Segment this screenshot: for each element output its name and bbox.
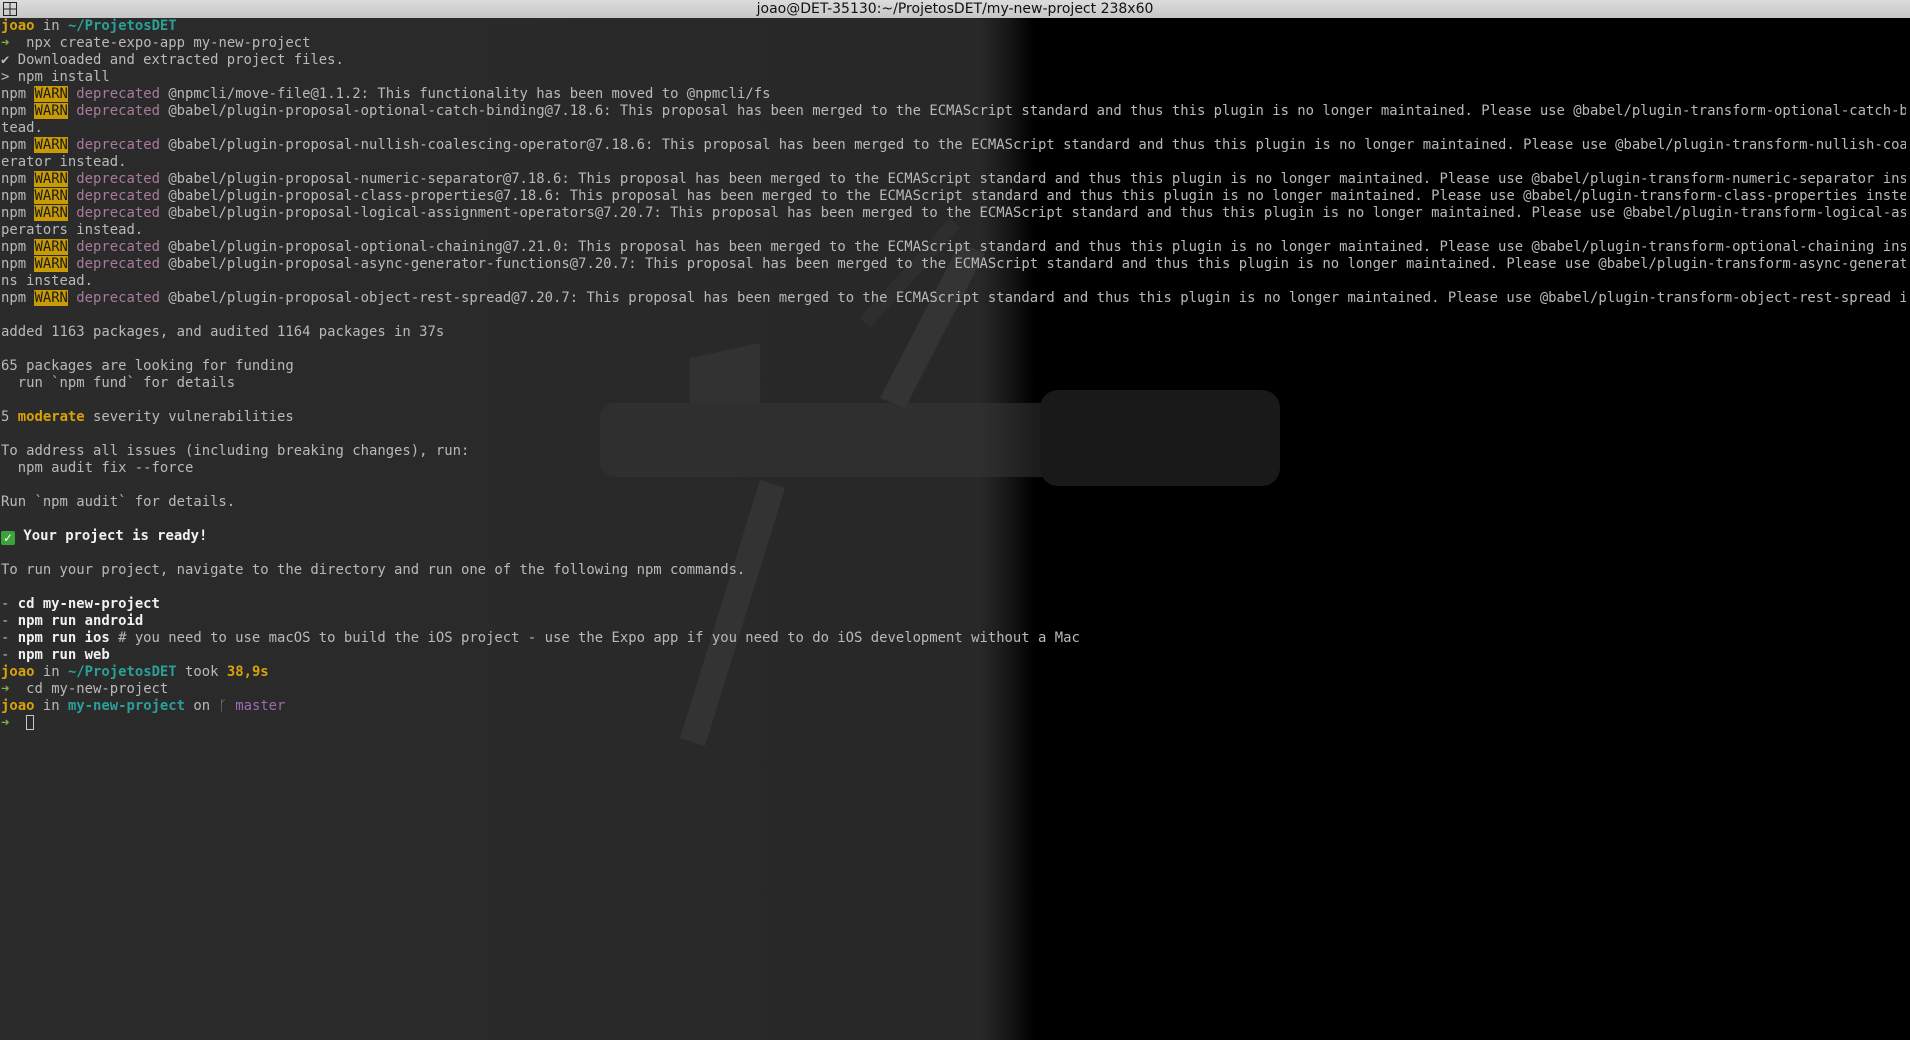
npm-command-line: - npm run ios # you need to use macOS to…	[1, 630, 1080, 646]
npm-command-line: - npm run web	[1, 647, 110, 663]
window-titlebar[interactable]: joao@DET-35130:~/ProjetosDET/my-new-proj…	[0, 0, 1910, 19]
terminal-area[interactable]: joao in ~/ProjetosDET ➜ npx create-expo-…	[0, 18, 1910, 1040]
warn-wrap-line: perators instead.	[1, 222, 144, 238]
warn-line: npm WARN deprecated @babel/plugin-propos…	[1, 239, 1906, 255]
warn-wrap-line: ns instead.	[1, 273, 93, 289]
warn-line: npm WARN deprecated @babel/plugin-propos…	[1, 103, 1906, 119]
window-title: joao@DET-35130:~/ProjetosDET/my-new-proj…	[756, 1, 1154, 17]
warn-line: npm WARN deprecated @babel/plugin-propos…	[1, 137, 1906, 153]
warn-line: npm WARN deprecated @babel/plugin-propos…	[1, 188, 1906, 204]
output-line: run `npm fund` for details	[1, 375, 236, 391]
prompt-line: joao in ~/ProjetosDET took 38,9s	[1, 664, 269, 680]
window-menu-icon[interactable]	[3, 2, 17, 16]
output-line: To address all issues (including breakin…	[1, 443, 470, 459]
terminal-output: joao in ~/ProjetosDET ➜ npx create-expo-…	[1, 18, 1906, 732]
prompt-arrow-icon: ➜	[1, 35, 10, 51]
command-line: ➜ npx create-expo-app my-new-project	[1, 35, 311, 51]
prompt-arrow-icon: ➜	[1, 681, 10, 697]
warn-line: npm WARN deprecated @babel/plugin-propos…	[1, 205, 1906, 221]
git-branch-icon: ᚴ	[218, 698, 227, 714]
output-line: npm audit fix --force	[1, 460, 194, 476]
ready-line: ✓ Your project is ready!	[1, 528, 208, 545]
warn-line: npm WARN deprecated @babel/plugin-propos…	[1, 256, 1906, 272]
output-line: added 1163 packages, and audited 1164 pa…	[1, 324, 445, 340]
vulnerabilities-line: 5 moderate severity vulnerabilities	[1, 409, 294, 425]
prompt-arrow-icon: ➜	[1, 715, 10, 731]
output-line: > npm install	[1, 69, 110, 85]
warn-wrap-line: erator instead.	[1, 154, 127, 170]
text-cursor[interactable]	[26, 715, 35, 730]
command-line: ➜ cd my-new-project	[1, 681, 169, 697]
warn-line: npm WARN deprecated @npmcli/move-file@1.…	[1, 86, 771, 102]
check-mark-icon: ✓	[1, 531, 15, 545]
output-line: To run your project, navigate to the dir…	[1, 562, 746, 578]
output-line: Run `npm audit` for details.	[1, 494, 236, 510]
warn-wrap-line: tead.	[1, 120, 43, 136]
npm-command-line: - npm run android	[1, 613, 144, 629]
warn-line: npm WARN deprecated @babel/plugin-propos…	[1, 290, 1906, 306]
output-line: 65 packages are looking for funding	[1, 358, 294, 374]
prompt-line: joao in my-new-project on ᚴ master	[1, 698, 286, 714]
npm-command-line: - cd my-new-project	[1, 596, 160, 612]
output-line: ✔ Downloaded and extracted project files…	[1, 52, 344, 68]
warn-line: npm WARN deprecated @babel/plugin-propos…	[1, 171, 1906, 187]
input-line[interactable]: ➜	[1, 715, 1906, 732]
prompt-line: joao in ~/ProjetosDET	[1, 18, 177, 34]
